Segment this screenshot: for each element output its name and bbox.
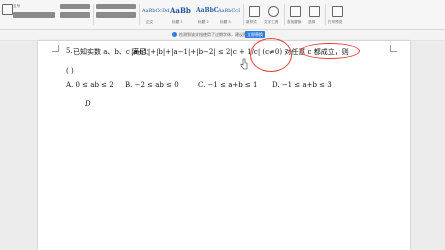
- print-preview-label: 打印预览: [328, 20, 343, 24]
- cursor-hand-icon: [240, 58, 248, 70]
- indent-buttons[interactable]: [96, 4, 136, 9]
- option-c: C. −1 ≤ a+b ≤ 1: [198, 81, 258, 89]
- annotation-circle-fraction: [250, 38, 292, 72]
- style-heading-3[interactable]: AaBbCcI: [218, 4, 240, 18]
- print-preview-icon[interactable]: [332, 6, 343, 17]
- divider: [139, 4, 140, 25]
- annotation-circle-condition: [300, 43, 360, 59]
- font-format-buttons[interactable]: [13, 12, 55, 18]
- option-b: B. −2 ≤ ab ≤ 0: [125, 81, 179, 89]
- style-label-h1: 标题 1: [172, 20, 183, 24]
- divider: [243, 4, 244, 25]
- divider: [325, 4, 326, 25]
- paste-button[interactable]: [2, 3, 13, 27]
- style-heading-1[interactable]: AaBb: [170, 4, 191, 18]
- notice-bar: 检测到该文档使用了过期字体，建议替换 立即替换: [0, 30, 445, 41]
- handwritten-answer: D: [85, 100, 91, 108]
- divider: [284, 4, 285, 25]
- list-buttons[interactable]: [60, 4, 90, 9]
- divider: [93, 4, 94, 25]
- answer-blank: ( ): [66, 67, 74, 75]
- font-size-select[interactable]: 五号: [13, 4, 20, 8]
- find-replace-label: 查找替换: [287, 20, 302, 24]
- margin-mark: [390, 45, 397, 52]
- select-icon[interactable]: [309, 6, 320, 17]
- paragraph-buttons[interactable]: [60, 12, 90, 18]
- option-a: A. 0 ≤ ab ≤ 2: [66, 81, 114, 89]
- style-label-h3: 标题 3: [220, 20, 231, 24]
- replace-font-button[interactable]: 立即替换: [245, 31, 265, 38]
- align-buttons[interactable]: [96, 12, 136, 18]
- text-tool-label: 文字工具: [264, 20, 279, 24]
- new-style-label: 新样式: [246, 20, 257, 24]
- style-heading-2[interactable]: AaBbC: [196, 4, 219, 18]
- find-replace-icon[interactable]: [290, 6, 301, 17]
- notice-text: 检测到该文档使用了过期字体，建议替换: [179, 32, 251, 37]
- question-number: 5.: [66, 47, 73, 55]
- info-icon: [172, 32, 177, 37]
- document-page[interactable]: [38, 41, 410, 250]
- clipboard-icon: [2, 4, 13, 15]
- margin-mark: [52, 45, 59, 52]
- select-label: 选择: [308, 20, 316, 24]
- style-normal[interactable]: AaBbCcDd: [142, 4, 169, 18]
- ribbon-toolbar: 五号 AaBbCcDd AaBb AaBbC AaBbCcI 正文 标题 1 标…: [0, 0, 445, 30]
- text-tool-icon[interactable]: [268, 6, 279, 17]
- new-style-icon[interactable]: [249, 6, 260, 17]
- style-label-normal: 正文: [146, 20, 154, 24]
- option-d: D. −1 ≤ a+b ≤ 3: [272, 81, 332, 89]
- style-label-h2: 标题 2: [198, 20, 209, 24]
